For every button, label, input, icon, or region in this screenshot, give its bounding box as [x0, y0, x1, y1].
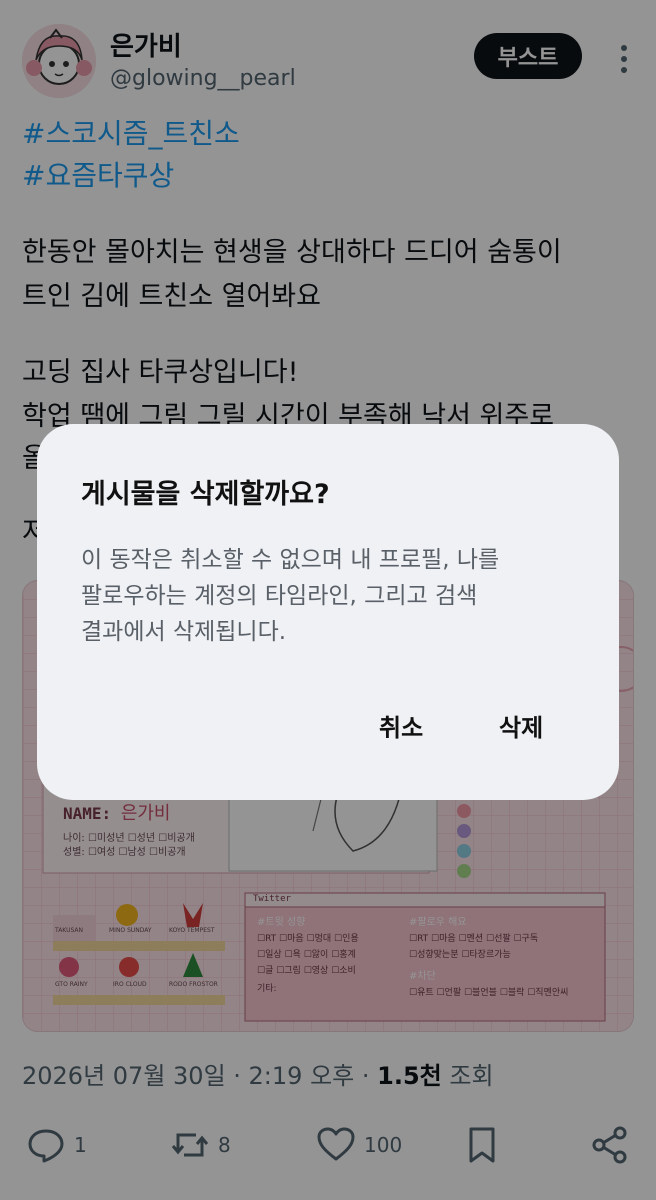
dialog-message-line: 팔로우하는 계정의 타임라인, 그리고 검색 [81, 583, 478, 609]
post-detail-screen: 은가비 @glowing__pearl 부스트 #스코시즘_트친소 #요즘타쿠상… [0, 0, 656, 1200]
delete-button[interactable]: 삭제 [499, 708, 543, 743]
delete-confirm-dialog: 게시물을 삭제할까요? 이 동작은 취소할 수 없으며 내 프로필, 나를 팔로… [37, 424, 619, 800]
dialog-message-line: 결과에서 삭제됩니다. [81, 619, 287, 645]
cancel-button[interactable]: 취소 [379, 708, 423, 743]
dialog-message-line: 이 동작은 취소할 수 없으며 내 프로필, 나를 [81, 547, 500, 573]
dialog-title: 게시물을 삭제할까요? [81, 479, 330, 510]
